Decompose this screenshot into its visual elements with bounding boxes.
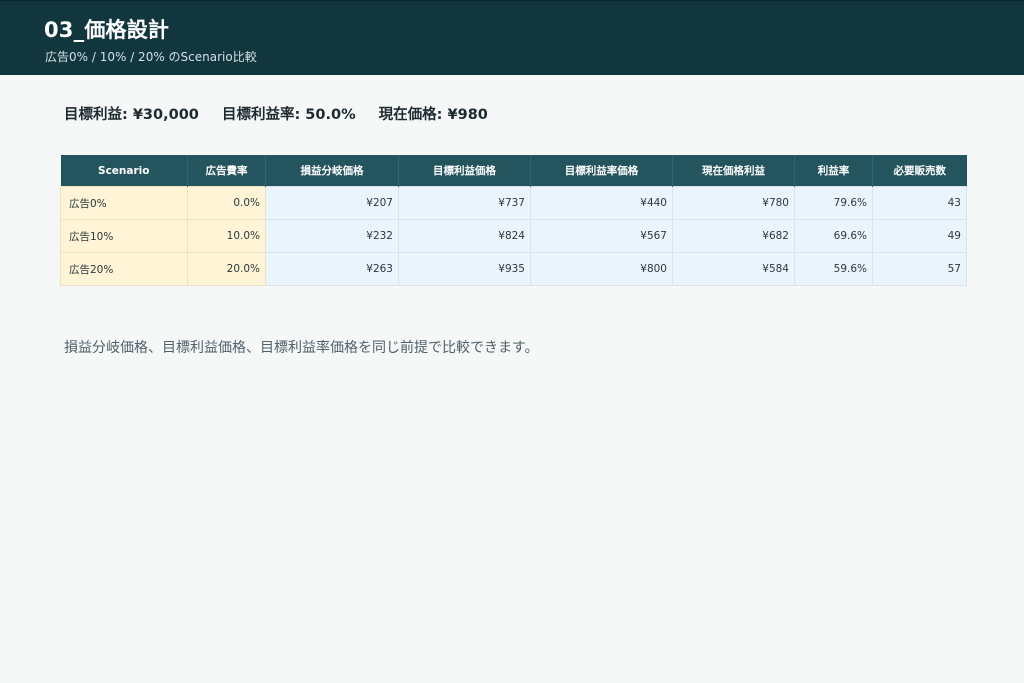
table-cell-current-price-profit: ¥584	[672, 252, 795, 286]
page-title: 03_価格設計	[44, 18, 170, 42]
current-price-text: 現在価格: ¥980	[378, 107, 488, 123]
table-cell-required-sales: 57	[872, 252, 967, 286]
table-row: 広告20% 20.0% ¥263 ¥935 ¥800 ¥584 59.6% 57	[60, 252, 967, 286]
table-cell-profit-rate: 59.6%	[794, 252, 873, 286]
table-cell-target-margin-price: ¥800	[530, 252, 673, 286]
column-header-target-profit-price: 目標利益価格	[398, 155, 531, 187]
table-cell-target-profit-price: ¥737	[398, 186, 531, 220]
column-header-scenario: Scenario	[60, 155, 188, 187]
scenario-table: Scenario 広告費率 損益分岐価格 目標利益価格 目標利益率価格 現在価格…	[60, 155, 967, 286]
target-margin-text: 目標利益率: 50.0%	[221, 107, 356, 123]
table-cell-scenario: 広告10%	[60, 219, 188, 253]
table-cell-scenario: 広告20%	[60, 252, 188, 286]
table-cell-target-profit-price: ¥824	[398, 219, 531, 253]
column-header-current-price-profit: 現在価格利益	[672, 155, 795, 187]
page-header: 03_価格設計 広告0% / 10% / 20% のScenario比較	[0, 0, 1024, 75]
table-cell-profit-rate: 69.6%	[794, 219, 873, 253]
table-header-row: Scenario 広告費率 損益分岐価格 目標利益価格 目標利益率価格 現在価格…	[60, 155, 967, 187]
target-profit-text: 目標利益: ¥30,000	[64, 107, 199, 123]
column-header-ad-rate: 広告費率	[187, 155, 266, 187]
table-cell-required-sales: 49	[872, 219, 967, 253]
table-row: 広告0% 0.0% ¥207 ¥737 ¥440 ¥780 79.6% 43	[60, 186, 967, 220]
column-header-required-sales: 必要販売数	[872, 155, 967, 187]
column-header-target-margin-price: 目標利益率価格	[530, 155, 673, 187]
table-row: 広告10% 10.0% ¥232 ¥824 ¥567 ¥682 69.6% 49	[60, 219, 967, 253]
footnote-text: 損益分岐価格、目標利益価格、目標利益率価格を同じ前提で比較できます。	[64, 340, 539, 356]
column-header-breakeven-price: 損益分岐価格	[265, 155, 399, 187]
table-cell-ad-rate: 20.0%	[187, 252, 266, 286]
table-cell-target-margin-price: ¥567	[530, 219, 673, 253]
table-cell-profit-rate: 79.6%	[794, 186, 873, 220]
table-cell-ad-rate: 0.0%	[187, 186, 266, 220]
column-header-profit-rate: 利益率	[794, 155, 873, 187]
table-cell-breakeven-price: ¥263	[265, 252, 399, 286]
page-subtitle: 広告0% / 10% / 20% のScenario比較	[45, 50, 257, 64]
table-cell-ad-rate: 10.0%	[187, 219, 266, 253]
table-cell-target-profit-price: ¥935	[398, 252, 531, 286]
summary-metrics: 目標利益: ¥30,000 目標利益率: 50.0% 現在価格: ¥980	[64, 103, 488, 124]
table-cell-breakeven-price: ¥232	[265, 219, 399, 253]
table-cell-scenario: 広告0%	[60, 186, 188, 220]
table-cell-breakeven-price: ¥207	[265, 186, 399, 220]
table-cell-current-price-profit: ¥682	[672, 219, 795, 253]
table-cell-required-sales: 43	[872, 186, 967, 220]
table-cell-target-margin-price: ¥440	[530, 186, 673, 220]
table-cell-current-price-profit: ¥780	[672, 186, 795, 220]
